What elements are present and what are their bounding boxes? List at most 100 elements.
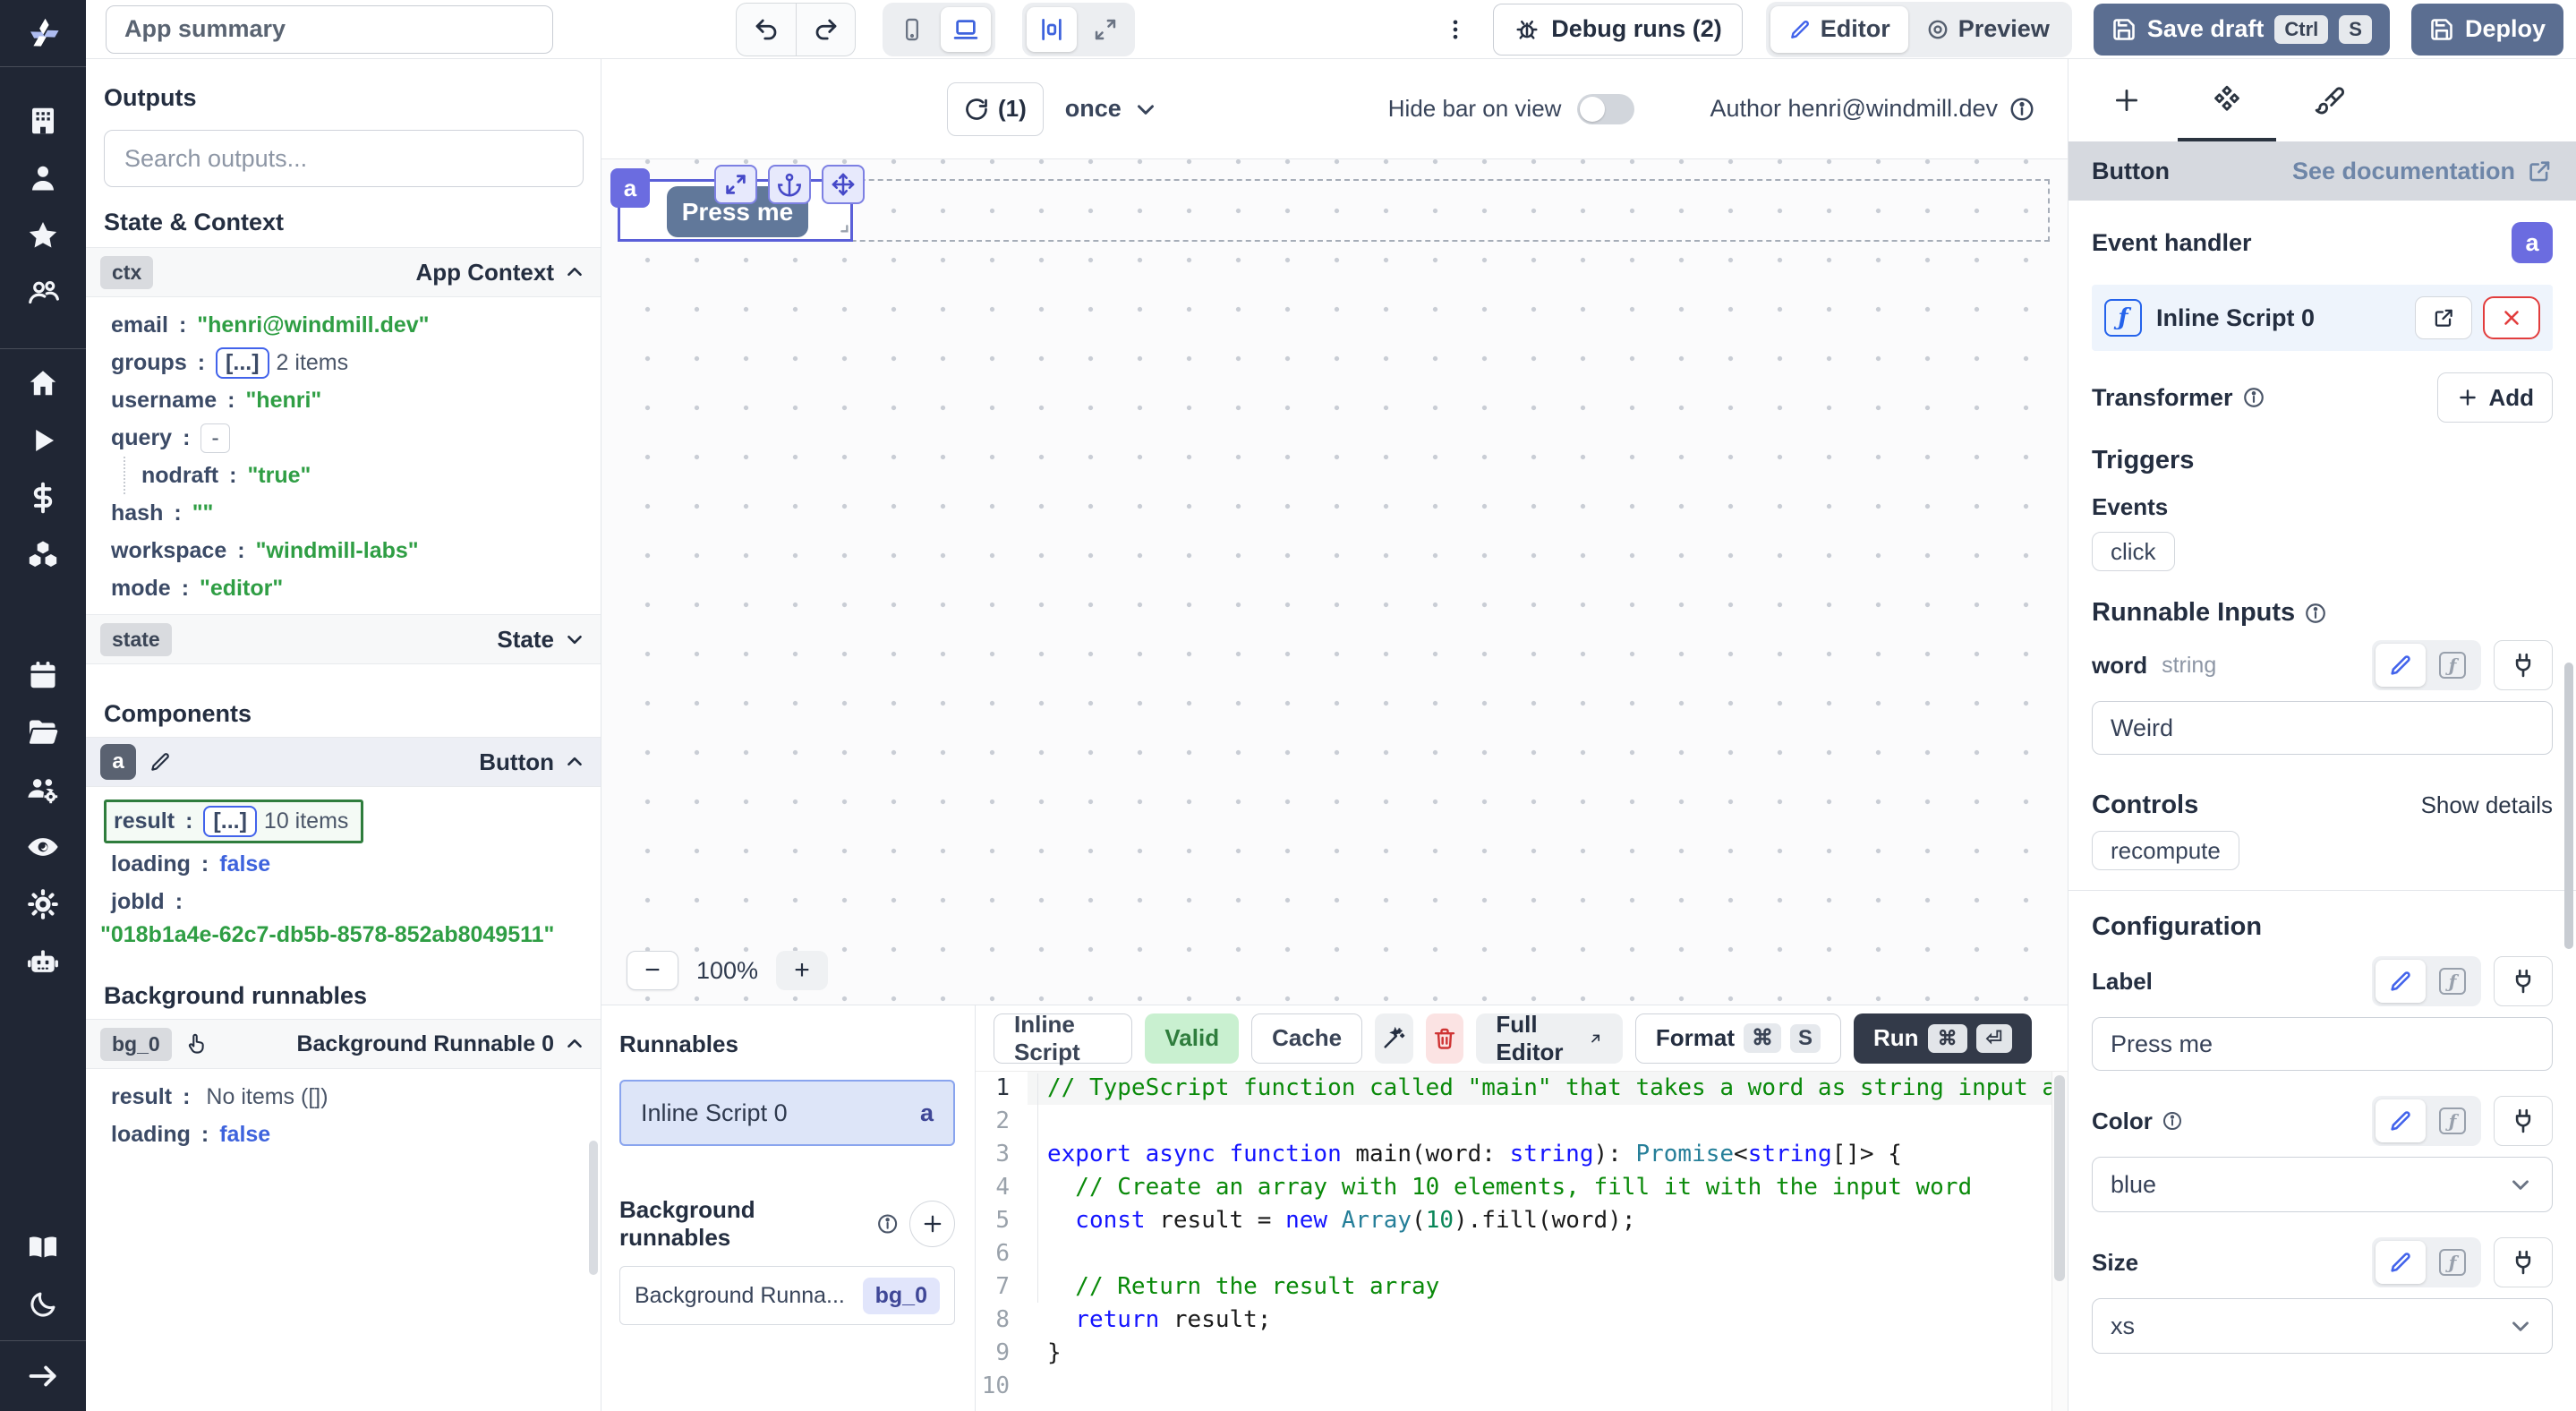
ai-wand-button[interactable] bbox=[1375, 1013, 1413, 1064]
variables-dollar-icon[interactable] bbox=[0, 469, 86, 526]
label-value-input[interactable] bbox=[2092, 1017, 2553, 1071]
expr-mode-fx-icon[interactable]: ƒ bbox=[2427, 960, 2478, 1003]
tree-row[interactable]: loading:false bbox=[111, 1116, 601, 1153]
tree-row[interactable]: email:"henri@windmill.dev" bbox=[111, 306, 601, 344]
refresh-button[interactable]: (1) bbox=[947, 82, 1044, 136]
tab-preview[interactable]: Preview bbox=[1908, 6, 2068, 53]
expand-handle-icon[interactable] bbox=[714, 165, 757, 204]
size-select[interactable]: xs bbox=[2092, 1298, 2553, 1354]
result-highlight-box[interactable]: result: [...] 10 items bbox=[104, 800, 363, 843]
app-canvas[interactable]: a Press me − 100% + bbox=[601, 159, 2068, 1005]
open-script-button[interactable] bbox=[2415, 296, 2472, 339]
windmill-logo-icon[interactable] bbox=[23, 14, 63, 54]
array-chip[interactable]: [...] bbox=[216, 347, 269, 379]
expand-sidebar-arrow-icon[interactable] bbox=[0, 1341, 86, 1411]
app-summary-input[interactable] bbox=[106, 5, 553, 54]
workspace-icon[interactable] bbox=[0, 92, 86, 150]
script-kind-badge[interactable]: Inline Script bbox=[994, 1013, 1132, 1064]
undo-icon[interactable] bbox=[737, 4, 796, 56]
zoom-in-button[interactable]: + bbox=[776, 951, 828, 990]
static-mode-pencil-icon[interactable] bbox=[2376, 644, 2426, 687]
runnable-item-selected[interactable]: Inline Script 0 a bbox=[619, 1080, 955, 1146]
deploy-button[interactable]: Deploy bbox=[2411, 4, 2563, 56]
connect-plug-icon[interactable] bbox=[2494, 1237, 2553, 1287]
tab-component-settings[interactable] bbox=[2178, 59, 2276, 141]
schedule-dropdown[interactable]: once bbox=[1065, 95, 1159, 123]
tab-editor[interactable]: Editor bbox=[1770, 6, 1908, 53]
home-icon[interactable] bbox=[0, 355, 86, 412]
scrollbar-thumb[interactable] bbox=[2564, 663, 2573, 949]
tree-row[interactable]: username:"henri" bbox=[111, 381, 601, 419]
component-id-badge[interactable]: a bbox=[610, 168, 650, 208]
expr-mode-fx-icon[interactable]: ƒ bbox=[2427, 644, 2478, 687]
show-details-link[interactable]: Show details bbox=[2421, 791, 2553, 819]
debug-runs-button[interactable]: Debug runs (2) bbox=[1493, 4, 1743, 56]
pencil-icon[interactable] bbox=[149, 750, 172, 774]
tab-styling[interactable] bbox=[2281, 59, 2379, 141]
word-value-input[interactable] bbox=[2092, 701, 2553, 755]
static-mode-pencil-icon[interactable] bbox=[2376, 1099, 2426, 1142]
color-select[interactable]: blue bbox=[2092, 1157, 2553, 1212]
see-documentation-link[interactable]: See documentation bbox=[2292, 158, 2553, 185]
groups-icon[interactable] bbox=[0, 264, 86, 321]
format-button[interactable]: Format ⌘ S bbox=[1635, 1013, 1841, 1064]
tab-insert-component[interactable] bbox=[2077, 59, 2176, 141]
save-draft-button[interactable]: Save draft Ctrl S bbox=[2094, 4, 2390, 56]
favorites-star-icon[interactable] bbox=[0, 207, 86, 264]
search-outputs-input[interactable] bbox=[104, 130, 584, 187]
button-component-header[interactable]: a Button bbox=[86, 737, 601, 787]
dark-mode-moon-icon[interactable] bbox=[0, 1276, 86, 1333]
scrollbar-thumb[interactable] bbox=[589, 1141, 598, 1275]
tree-row[interactable]: query:- bbox=[111, 419, 601, 457]
fullwidth-layout-icon[interactable] bbox=[1080, 7, 1130, 52]
event-handler-script-row[interactable]: ƒ Inline Script 0 bbox=[2092, 285, 2553, 351]
tree-row[interactable]: workspace:"windmill-labs" bbox=[111, 532, 601, 569]
tree-row[interactable]: jobId: bbox=[111, 883, 601, 920]
code-editor-content[interactable]: 1// TypeScript function called "main" th… bbox=[976, 1072, 2051, 1411]
remove-script-button[interactable] bbox=[2483, 296, 2540, 339]
scrollbar-thumb[interactable] bbox=[2054, 1075, 2065, 1281]
delete-script-button[interactable] bbox=[1426, 1013, 1464, 1064]
static-mode-pencil-icon[interactable] bbox=[2376, 960, 2426, 1003]
schedules-calendar-icon[interactable] bbox=[0, 646, 86, 704]
tree-row[interactable]: hash:"" bbox=[111, 494, 601, 532]
full-editor-button[interactable]: Full Editor bbox=[1476, 1013, 1622, 1064]
object-chip[interactable]: - bbox=[200, 423, 229, 453]
bg-runnable-header[interactable]: bg_0 Background Runnable 0 bbox=[86, 1019, 601, 1069]
static-mode-pencil-icon[interactable] bbox=[2376, 1241, 2426, 1284]
connect-plug-icon[interactable] bbox=[2494, 956, 2553, 1006]
add-transformer-button[interactable]: Add bbox=[2437, 372, 2553, 423]
redo-icon[interactable] bbox=[796, 4, 855, 56]
add-bg-runnable-button[interactable] bbox=[909, 1201, 955, 1247]
user-icon[interactable] bbox=[0, 150, 86, 207]
run-button[interactable]: Run ⌘ ⏎ bbox=[1854, 1013, 2032, 1064]
ai-robot-icon[interactable] bbox=[0, 933, 86, 990]
audit-eye-icon[interactable] bbox=[0, 818, 86, 876]
bg-runnable-item[interactable]: Background Runna... bg_0 bbox=[619, 1266, 955, 1325]
tree-row[interactable]: mode:"editor" bbox=[111, 569, 601, 607]
resources-cubes-icon[interactable] bbox=[0, 526, 86, 584]
desktop-view-icon[interactable] bbox=[941, 7, 991, 52]
runs-play-icon[interactable] bbox=[0, 412, 86, 469]
tree-row[interactable]: nodraft:"true" bbox=[124, 457, 601, 494]
resize-handle-icon[interactable] bbox=[831, 215, 850, 235]
connect-plug-icon[interactable] bbox=[2494, 1096, 2553, 1146]
expr-mode-fx-icon[interactable]: ƒ bbox=[2427, 1099, 2478, 1142]
mobile-view-icon[interactable] bbox=[887, 7, 937, 52]
tree-row[interactable]: result:No items ([]) bbox=[111, 1078, 601, 1116]
anchor-handle-icon[interactable] bbox=[768, 165, 811, 204]
state-section-header[interactable]: state State bbox=[86, 614, 601, 664]
more-menu-icon[interactable] bbox=[1437, 17, 1473, 42]
center-layout-icon[interactable] bbox=[1027, 7, 1077, 52]
move-handle-icon[interactable] bbox=[822, 165, 865, 204]
docs-book-icon[interactable] bbox=[0, 1219, 86, 1276]
folders-icon[interactable] bbox=[0, 704, 86, 761]
ctx-section-header[interactable]: ctx App Context bbox=[86, 247, 601, 297]
settings-gear-icon[interactable] bbox=[0, 876, 86, 933]
editor-scrollbar[interactable] bbox=[2051, 1072, 2068, 1411]
zoom-out-button[interactable]: − bbox=[627, 951, 678, 990]
cache-button[interactable]: Cache bbox=[1251, 1013, 1362, 1064]
connect-plug-icon[interactable] bbox=[2494, 640, 2553, 690]
admin-users-gear-icon[interactable] bbox=[0, 761, 86, 818]
tree-row[interactable]: groups:[...]2 items bbox=[111, 344, 601, 381]
